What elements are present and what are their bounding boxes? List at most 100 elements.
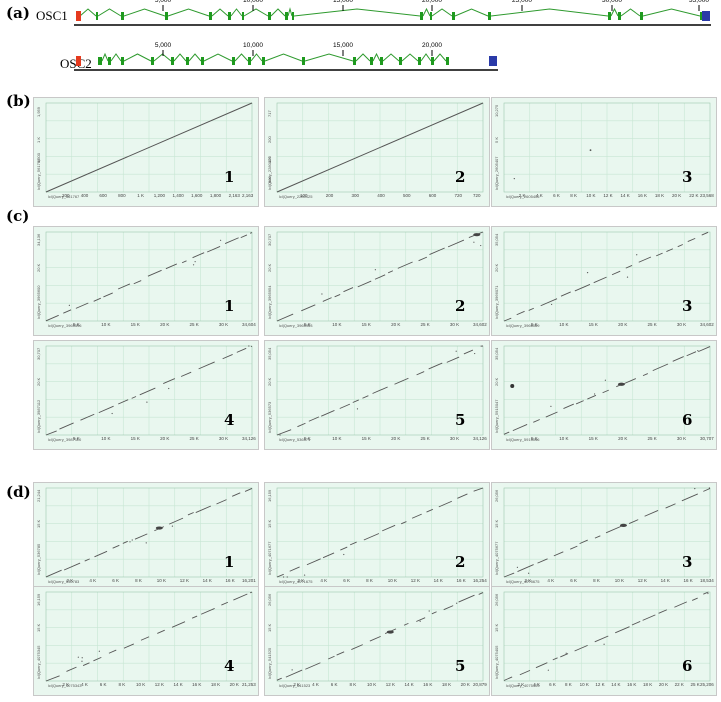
y-axis-max: 16,159	[267, 489, 272, 502]
x-axis-max: 34,604	[242, 322, 256, 327]
alignment-segment	[652, 363, 669, 372]
y-axis-label: lcl|Query_3966071	[494, 285, 499, 319]
alignment-segment	[112, 544, 120, 549]
y-axis-label: lcl|Query_561768	[36, 158, 41, 190]
alignment-segment	[644, 510, 659, 517]
alignment-segment	[457, 493, 468, 499]
x-tick-label: 200	[325, 193, 334, 198]
alignment-segment	[103, 292, 113, 298]
y-axis-max: 35,054	[267, 347, 272, 360]
alignment-dot	[604, 379, 606, 381]
alignment-dot	[194, 261, 196, 263]
intron-line	[642, 8, 701, 17]
dotplot-canvas	[276, 345, 484, 436]
intron-line	[287, 7, 293, 17]
alignment-segment	[418, 256, 428, 262]
y-axis-max: 717	[267, 110, 272, 117]
exon-block	[209, 12, 212, 20]
x-axis-max: 16,201	[242, 578, 256, 583]
x-tick-label: 1,400	[172, 193, 184, 198]
y-tick-label: 20 K	[36, 377, 41, 387]
x-tick-label: 10 K	[586, 193, 596, 198]
y-tick-label: 200	[267, 136, 272, 144]
dotplot-canvas	[45, 345, 253, 436]
alignment-segment	[563, 403, 574, 409]
y-axis-max: 26,056	[494, 489, 499, 502]
alignment-segment	[579, 539, 588, 545]
dotplot-canvas	[45, 102, 253, 193]
x-axis-label: lcl|Query_4075403	[506, 683, 540, 688]
y-tick-label: 20 K	[267, 263, 272, 273]
alignment-segment	[163, 378, 176, 384]
repeat-cluster	[473, 233, 481, 237]
x-tick-label: 20 K	[618, 322, 628, 327]
alignment-segment	[672, 356, 684, 362]
x-tick-label: 14 K	[433, 578, 443, 583]
intron-line	[355, 53, 371, 62]
x-tick-label: 6 K	[553, 193, 560, 198]
x-tick-label: 20 K	[160, 322, 170, 327]
y-axis-label: lcl|Query_536785	[36, 543, 41, 575]
dotplot-number: 2	[455, 168, 466, 186]
exon-block	[488, 12, 491, 20]
dotplot-c-2: 25 K 10 K 15 K 20 K 25 K 30 K 34,602 lcl|Query_…	[264, 226, 490, 336]
alignment-dot	[513, 178, 515, 180]
alignment-segment	[463, 349, 474, 355]
alignment-segment	[594, 535, 601, 539]
alignment-segment	[352, 399, 359, 403]
x-tick-label: 22 K	[689, 193, 699, 198]
x-tick-label: 15 K	[361, 436, 371, 441]
alignment-segment	[180, 371, 192, 377]
x-tick-label: 6 K	[343, 578, 351, 583]
x-tick-label: 12 K	[385, 682, 395, 687]
y-axis-label: lcl|Query_536573	[267, 401, 272, 433]
intron-line	[203, 53, 233, 62]
dotplot-number: 3	[682, 168, 693, 186]
alignment-segment	[343, 287, 354, 293]
x-axis-label: lcl|Query_3965953	[279, 323, 313, 328]
alignment-segment	[703, 488, 711, 492]
x-tick-label: 25 K	[647, 322, 657, 327]
y-axis-label: lcl|Query_2605407	[494, 156, 499, 190]
x-tick-label: 720	[454, 193, 462, 198]
alignment-segment	[207, 246, 221, 253]
alignment-segment	[233, 593, 248, 601]
alignment-dot	[81, 660, 83, 662]
alignment-segment	[236, 347, 247, 353]
y-axis-label: lcl|Query_4071677	[267, 541, 272, 575]
alignment-segment	[276, 573, 284, 578]
exon-block	[640, 12, 643, 20]
intron-line	[243, 8, 269, 17]
dotplot-d-4: 42 K4 K6 K8 K 10 K 12 K 14 K 16 K 18 K 20 K 21,…	[33, 586, 259, 696]
x-tick-label: 300	[351, 193, 359, 198]
x-tick-label: 22 K	[674, 682, 684, 687]
alignment-dot	[456, 602, 458, 604]
alignment-segment	[139, 387, 156, 396]
x-tick-label: 30 K	[449, 436, 460, 441]
dotplot-c-5: 55 K 10 K 15 K 20 K 25 K 30 K 34,126 lcl|Query_…	[264, 340, 490, 450]
x-axis-label: lcl|Query_2605406	[506, 194, 540, 199]
x-tick-label: 10 K	[101, 436, 111, 441]
alignment-segment	[231, 492, 241, 497]
alignment-dot	[473, 241, 475, 243]
alignment-segment	[594, 635, 609, 643]
gene-tick-label: 20,000	[422, 0, 442, 4]
x-tick-label: 25 K	[647, 436, 657, 441]
dotplot-canvas	[276, 231, 484, 322]
x-tick-label: 10 K	[135, 682, 146, 687]
alignment-segment	[611, 270, 621, 276]
x-tick-label: 18 K	[654, 193, 665, 198]
y-axis-max: 30,707	[267, 233, 272, 246]
alignment-segment	[191, 615, 198, 619]
alignment-dot	[707, 592, 709, 595]
alignment-segment	[512, 424, 528, 432]
x-tick-label: 30 K	[676, 322, 687, 327]
x-tick-label: 8 K	[135, 578, 142, 583]
dotplot-c-4: 45 K 10 K 15 K 20 K 25 K 30 K 34,126 lcl|Query_…	[33, 340, 259, 450]
panel-label-d: (d)	[6, 483, 31, 501]
alignment-segment	[75, 302, 89, 309]
x-tick-label: 16 K	[192, 682, 202, 687]
x-axis-max: 16,254	[473, 578, 487, 583]
x-tick-label: 30 K	[218, 322, 229, 327]
intron-line	[123, 53, 152, 62]
